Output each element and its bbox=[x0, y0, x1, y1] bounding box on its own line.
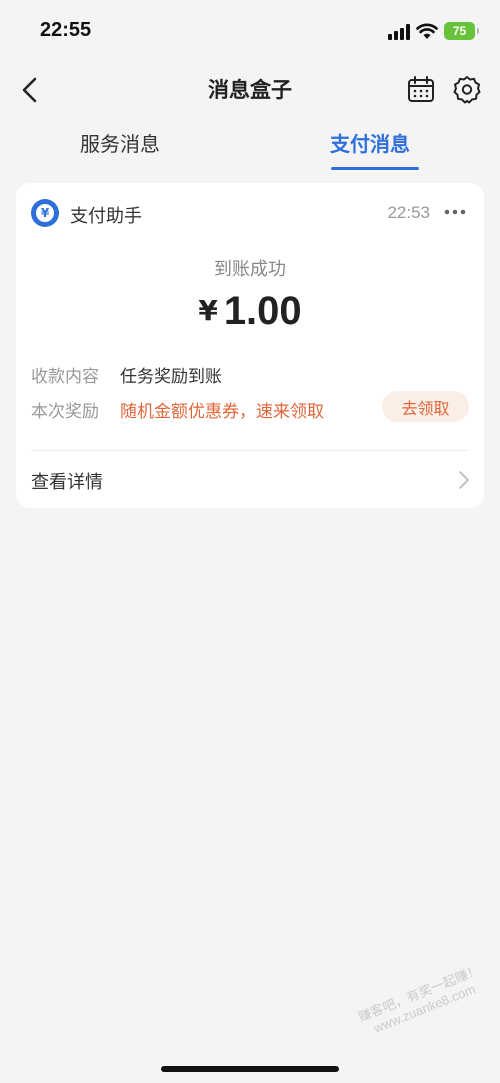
status-bar: 22:55 75 bbox=[0, 0, 500, 62]
tab-bar: 服务消息 支付消息 bbox=[0, 118, 500, 172]
sender-name: 支付助手 bbox=[70, 206, 142, 227]
content-value: 任务奖励到账 bbox=[120, 367, 222, 387]
message-time: 22:53 bbox=[387, 203, 430, 222]
chevron-right-icon bbox=[459, 471, 469, 489]
payment-amount: 1.00 bbox=[223, 289, 302, 333]
reward-value: 随机金额优惠券，速来领取 bbox=[120, 402, 324, 422]
active-tab-indicator bbox=[331, 167, 419, 170]
currency-symbol: ¥ bbox=[198, 294, 218, 327]
view-details-link[interactable]: 查看详情 bbox=[16, 451, 484, 508]
yen-icon: ¥ bbox=[36, 204, 54, 222]
gear-icon[interactable] bbox=[452, 74, 482, 104]
payment-status: 到账成功 bbox=[214, 259, 286, 280]
payment-assistant-icon: ¥ bbox=[31, 199, 59, 227]
signal-icon bbox=[388, 24, 410, 40]
nav-bar: 消息盒子 bbox=[0, 62, 500, 118]
tab-payment-messages[interactable]: 支付消息 bbox=[330, 128, 410, 157]
view-details-label: 查看详情 bbox=[31, 472, 103, 493]
content-label: 收款内容 bbox=[31, 367, 99, 387]
status-time: 22:55 bbox=[40, 19, 92, 41]
watermark: 赚客吧，有奖一起赚！ www.zuanke8.com bbox=[355, 959, 488, 1039]
reward-label: 本次奖励 bbox=[31, 402, 99, 422]
payment-message-card: ¥ 支付助手 22:53 到账成功 ¥1.00 收款内容 任务奖励到账 本次奖励… bbox=[16, 183, 484, 508]
amount-row: ¥1.00 bbox=[16, 289, 484, 334]
more-icon[interactable] bbox=[444, 203, 466, 221]
tab-service-messages[interactable]: 服务消息 bbox=[80, 128, 160, 157]
claim-button[interactable]: 去领取 bbox=[382, 391, 469, 422]
wifi-icon bbox=[416, 23, 438, 39]
home-indicator[interactable] bbox=[161, 1066, 339, 1072]
calendar-icon[interactable] bbox=[406, 74, 436, 104]
battery-indicator: 75 bbox=[444, 22, 479, 40]
